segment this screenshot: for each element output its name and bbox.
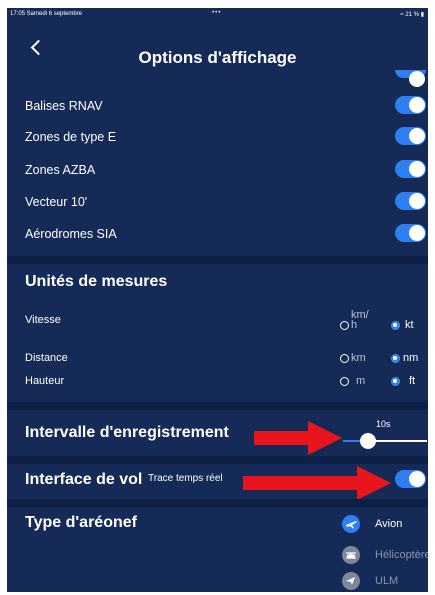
aircraft-label-helicoptere: Hélicoptère <box>375 549 428 561</box>
speed-label: Vitesse <box>25 314 61 326</box>
height-m-radio[interactable] <box>340 377 349 386</box>
distance-km-radio[interactable] <box>340 354 349 363</box>
live-trace-toggle[interactable] <box>395 470 426 488</box>
helicopter-icon[interactable] <box>342 546 360 564</box>
navigation-bar: Options d'affichage <box>7 20 428 72</box>
red-arrow-trace <box>243 466 391 500</box>
app-screen: 17:05 Samedi 6 septembre ••• ≈ 21 % ▮ Op… <box>7 8 428 592</box>
toggle-label-azba: Zones AZBA <box>25 163 96 177</box>
slider-thumb[interactable] <box>360 433 376 449</box>
live-trace-label: Trace temps réel <box>148 473 223 484</box>
height-label: Hauteur <box>25 375 65 387</box>
units-section-title: Unités de mesures <box>25 273 168 290</box>
toggle-switch-aerodromes[interactable] <box>395 224 426 242</box>
toggle-switch-zones-e[interactable] <box>395 127 426 145</box>
height-m-label: m <box>356 375 366 387</box>
interval-value: 10s <box>376 419 391 429</box>
red-arrow-interval <box>254 421 342 455</box>
page-title: Options d'affichage <box>138 48 297 67</box>
status-dots: ••• <box>212 10 222 16</box>
height-ft-label: ft <box>409 375 416 387</box>
toggle-label-vecteur: Vecteur 10' <box>25 195 88 209</box>
speed-kt-label: kt <box>405 319 414 331</box>
aircraft-type-title: Type d'aréonef <box>25 514 137 531</box>
height-ft-radio[interactable] <box>391 377 400 386</box>
section-divider <box>7 499 428 507</box>
speed-kmh-label: km/h <box>351 310 369 331</box>
section-divider <box>7 402 428 410</box>
distance-nm-radio[interactable] <box>391 354 400 363</box>
section-divider <box>7 256 428 264</box>
slider-track-empty <box>368 440 427 442</box>
status-bar: 17:05 Samedi 6 septembre ••• ≈ 21 % ▮ <box>7 8 428 20</box>
toggle-switch-azba[interactable] <box>395 160 426 178</box>
toggle-label-aerodromes: Aérodromes SIA <box>25 227 117 241</box>
aircraft-label-avion: Avion <box>375 518 403 530</box>
distance-label: Distance <box>25 352 68 364</box>
toggle-label-rnav: Balises RNAV <box>25 99 103 113</box>
toggle-switch-rnav[interactable] <box>395 96 426 114</box>
toggle-switch-vecteur[interactable] <box>395 192 426 210</box>
section-divider <box>7 456 428 464</box>
speed-kmh-text-b: h <box>351 319 358 331</box>
ulm-icon[interactable] <box>342 572 360 590</box>
aircraft-label-ulm: ULM <box>375 575 399 587</box>
status-battery: ≈ 21 % ▮ <box>400 12 424 18</box>
airplane-icon[interactable] <box>342 515 360 533</box>
speed-kt-radio[interactable] <box>391 321 400 330</box>
toggle-label-zones-e: Zones de type E <box>25 130 117 144</box>
distance-km-label: km <box>351 352 366 364</box>
flight-interface-title: Interface de vol <box>25 471 143 488</box>
interval-title: Intervalle d'enregistrement <box>25 424 229 441</box>
distance-nm-label: nm <box>403 352 419 364</box>
speed-kmh-radio[interactable] <box>340 321 349 330</box>
partial-toggle[interactable] <box>395 70 426 87</box>
status-time-date: 17:05 Samedi 6 septembre <box>10 11 83 17</box>
